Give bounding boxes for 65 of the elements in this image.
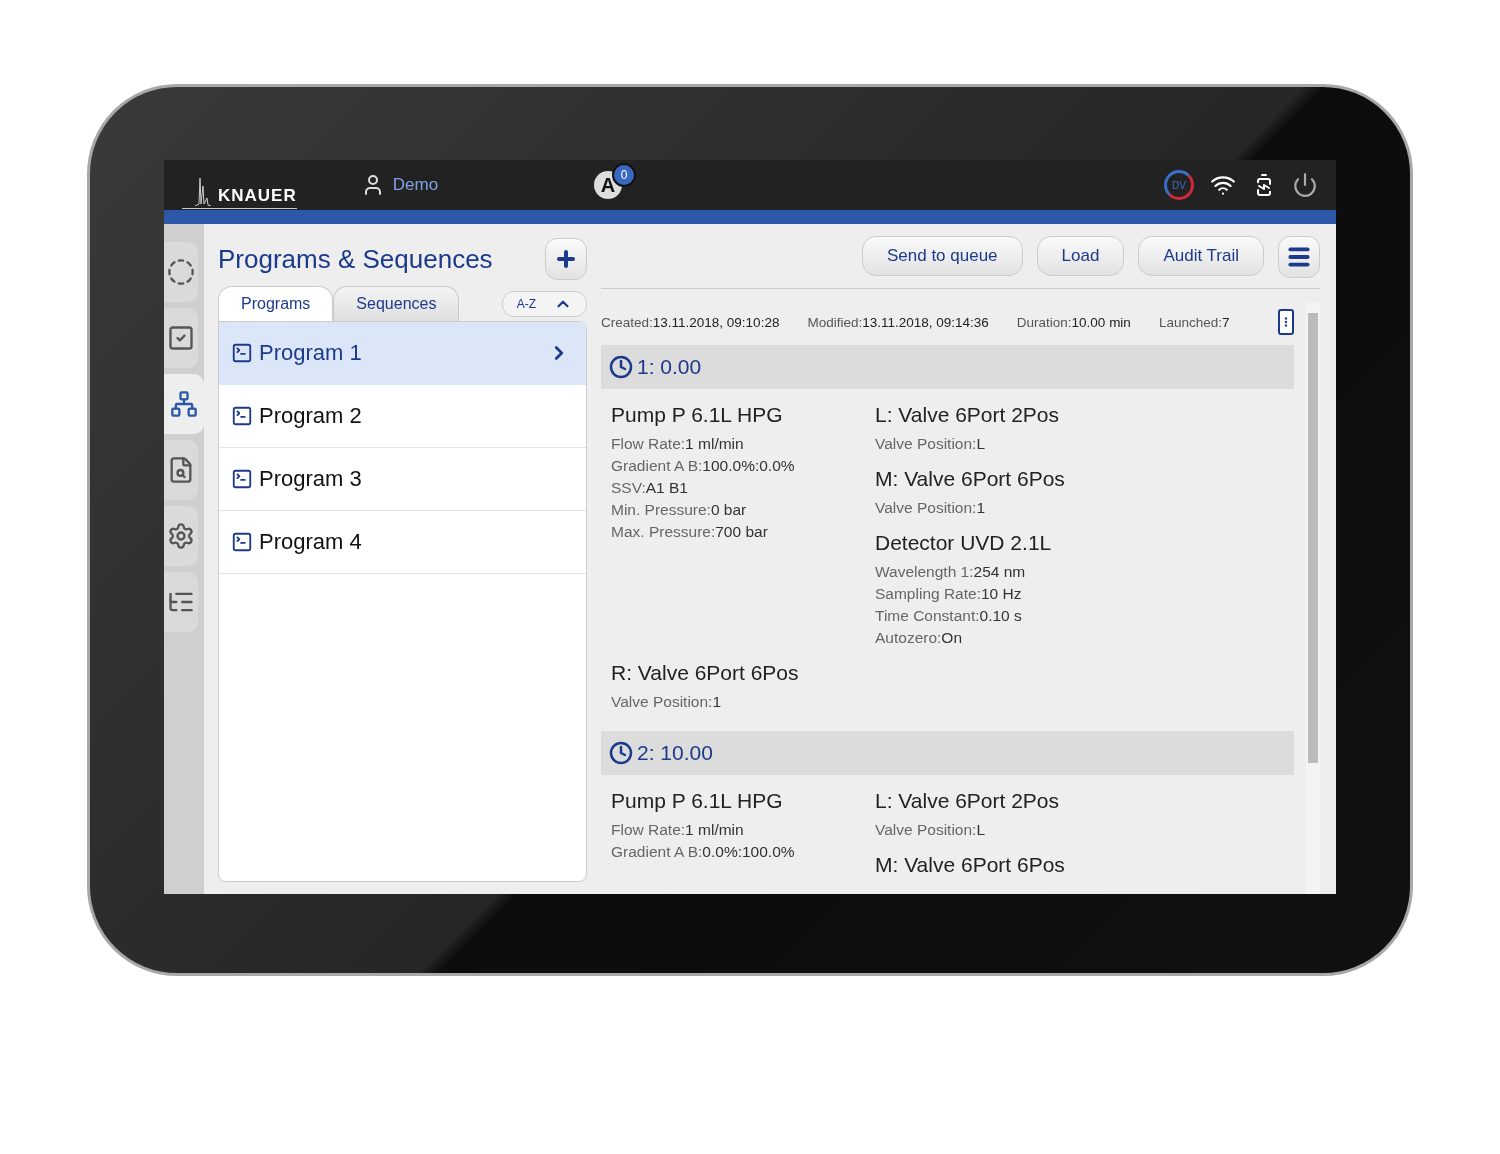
device-property: Sampling Rate:10 Hz (875, 584, 1023, 604)
nav-button[interactable] (164, 506, 198, 566)
device-property: Time Constant:0.10 s (875, 606, 1023, 626)
hierarchy-icon (170, 390, 198, 418)
scrollbar[interactable] (1306, 303, 1320, 894)
toolbar-button[interactable]: Load (1036, 236, 1125, 276)
nav-button[interactable] (164, 440, 198, 500)
nav-button[interactable] (164, 242, 198, 302)
device-name: M: Valve 6Port 6Pos (875, 853, 1066, 877)
notification-badge: 0 (612, 163, 637, 187)
meta-info: Duration:10.00 min (1016, 314, 1131, 330)
device-property: Max. Pressure:700 bar (611, 522, 769, 542)
meta-info: Launched:7 (1158, 314, 1230, 330)
device-property: Flow Rate:1 ml/min (611, 434, 745, 454)
step-time: 1: 0.00 (637, 355, 702, 379)
device-name: L: Valve 6Port 2Pos (875, 789, 1061, 813)
device-property: Valve Position:L (875, 820, 986, 840)
device-name: Pump P 6.1L HPG (611, 403, 784, 427)
add-button[interactable] (545, 238, 587, 280)
brand-logo: KNAUER (182, 161, 297, 209)
clock-icon (609, 355, 633, 379)
power-icon[interactable] (1292, 172, 1318, 198)
program-item[interactable]: Program 2 (219, 385, 586, 448)
device-property: Autozero:On (875, 628, 964, 648)
device-name: L: Valve 6Port 2Pos (875, 403, 1061, 427)
user-name[interactable]: Demo (392, 175, 439, 195)
step-time: 2: 10.00 (637, 741, 713, 765)
tab[interactable]: Programs (218, 286, 334, 321)
device-property: Wavelength 1:254 nm (875, 562, 1027, 582)
program-icon (231, 405, 253, 427)
more-button[interactable] (1278, 309, 1294, 335)
checkbox-icon (167, 324, 195, 352)
page-title: Programs & Sequences (218, 243, 493, 275)
menu-button[interactable] (1278, 236, 1320, 278)
nav-button[interactable] (164, 374, 204, 434)
meta-info: Modified:13.11.2018, 09:14:36 (807, 314, 989, 330)
device-property: Gradient A B:0.0%:100.0% (611, 842, 796, 862)
device-property: Valve Position:1 (875, 498, 986, 518)
sort-button[interactable]: A-Z (501, 291, 587, 317)
device-name: Detector UVD 2.1L (875, 531, 1053, 555)
program-icon (231, 468, 253, 490)
plus-icon (554, 247, 578, 271)
tab[interactable]: Sequences (333, 286, 460, 321)
program-item[interactable]: Program 1 (219, 322, 586, 385)
toolbar-button[interactable]: Audit Trail (1138, 236, 1264, 276)
device-name: Pump P 6.1L HPG (611, 789, 784, 813)
device-property: Valve Position:1 (611, 692, 722, 712)
clock-icon (609, 741, 633, 765)
meta-info: Created:13.11.2018, 09:10:28 (601, 314, 780, 330)
nav-button[interactable] (164, 572, 198, 632)
device-property: Valve Position:L (875, 434, 986, 454)
program-item[interactable]: Program 3 (219, 448, 586, 511)
device-property: Flow Rate:1 ml/min (611, 820, 745, 840)
toolbar-button[interactable]: Send to queue (861, 236, 1023, 276)
device-property: Gradient A B:100.0%:0.0% (611, 456, 796, 476)
device-property: Min. Pressure:0 bar (611, 500, 748, 520)
nav-button[interactable] (164, 308, 198, 368)
program-icon (231, 342, 253, 364)
settings-icon (167, 522, 195, 550)
device-name: M: Valve 6Port 6Pos (875, 467, 1066, 491)
ring-icon (167, 258, 195, 286)
device-name: R: Valve 6Port 6Pos (611, 661, 800, 685)
device-property: SSV:A1 B1 (611, 478, 689, 498)
program-icon (231, 531, 253, 553)
program-item[interactable]: Program 4 (219, 511, 586, 574)
